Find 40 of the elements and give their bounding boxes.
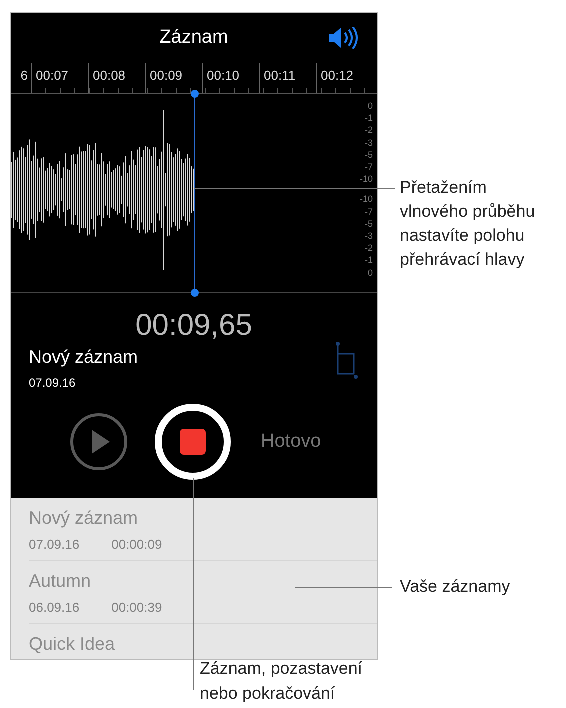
recording-duration: 00:00:09 — [112, 537, 162, 552]
time-label: 00:10 — [207, 68, 240, 83]
recording-date: 07.09.16 — [29, 537, 80, 552]
recording-duration: 00:00:39 — [112, 600, 162, 615]
recording-row[interactable]: Quick Idea — [29, 624, 377, 655]
level-label: -1 — [364, 254, 373, 267]
elapsed-time: 00:09,65 — [134, 309, 254, 343]
level-label: -7 — [364, 206, 373, 218]
callout-text: Záznam, pozastavení nebo pokračování — [200, 658, 363, 705]
level-label: -1 — [364, 112, 373, 124]
level-label: -7 — [364, 161, 373, 174]
recording-date: 06.09.16 — [29, 600, 80, 615]
level-label: -5 — [364, 218, 373, 230]
level-label: 0 — [368, 100, 373, 112]
recording-name: Quick Idea — [29, 634, 116, 655]
time-label: 00:08 — [93, 68, 126, 83]
callout-text: Vaše záznamy — [400, 576, 510, 598]
callout-text: Přetažením vlnového průběhu nastavíte polohu přehrávací hlavy — [400, 177, 536, 271]
level-label: -5 — [364, 148, 373, 162]
recording-name: Nový záznam — [29, 347, 138, 368]
level-label: -10 — [360, 193, 373, 206]
time-label: 6 — [20, 68, 28, 83]
screen-title: Záznam — [160, 27, 228, 49]
time-label: 00:11 — [264, 68, 296, 83]
time-label: 00:07 — [36, 68, 69, 83]
recording-date: 07.09.16 — [29, 376, 77, 390]
level-label: -2 — [364, 124, 373, 137]
time-label: 00:09 — [150, 68, 183, 83]
record-button[interactable] — [155, 404, 231, 480]
level-label: 0 — [368, 266, 373, 279]
recording-name: Nový záznam — [29, 508, 138, 529]
level-label: -2 — [364, 242, 373, 254]
recording-name: Autumn — [29, 571, 92, 592]
level-label: -10 — [360, 173, 373, 186]
level-label: -3 — [364, 230, 373, 242]
playhead-handle[interactable] — [191, 90, 199, 98]
time-label: 00:12 — [321, 68, 354, 83]
level-label: -3 — [364, 136, 373, 149]
speaker-icon[interactable] — [327, 27, 359, 49]
playhead-handle[interactable] — [191, 289, 199, 297]
